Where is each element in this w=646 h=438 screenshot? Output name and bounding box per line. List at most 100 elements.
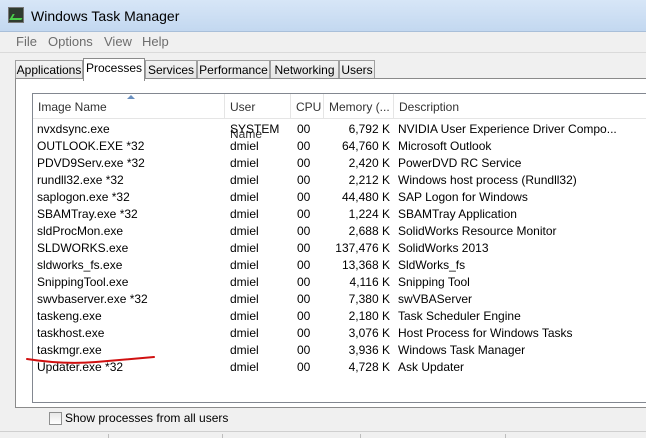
process-memory: 13,368 K	[341, 258, 390, 272]
process-name: nvxdsync.exe	[37, 122, 110, 136]
process-description: Snipping Tool	[398, 275, 470, 289]
process-memory: 6,792 K	[348, 122, 390, 136]
process-memory: 4,116 K	[349, 275, 390, 289]
process-row[interactable]: SnippingTool.exe dmiel 00 4,116 K Snipping T…	[33, 274, 646, 291]
process-user: dmiel	[230, 292, 259, 306]
client-area: Applications Processes Services Performa…	[0, 53, 646, 438]
menu-view[interactable]: View	[104, 34, 132, 49]
process-memory: 7,380 K	[348, 292, 390, 306]
process-row[interactable]: taskhost.exe dmiel 00 3,076 K Host Process f…	[33, 325, 646, 342]
process-description: Windows Task Manager	[398, 343, 526, 357]
process-description: Ask Updater	[398, 360, 465, 374]
tab-performance[interactable]: Performance	[197, 60, 270, 80]
process-name: taskhost.exe	[37, 326, 105, 340]
process-name: SBAMTray.exe *32	[37, 207, 138, 221]
sort-ascending-icon	[127, 95, 135, 99]
tab-processes[interactable]: Processes	[83, 58, 145, 81]
process-cpu: 00	[297, 173, 311, 187]
status-bar	[0, 431, 646, 438]
process-description: Windows host process (Rundll32)	[398, 173, 577, 187]
process-row[interactable]: swvbaserver.exe *32 dmiel 00 7,380 K swVBASe…	[33, 291, 646, 308]
process-user: dmiel	[230, 326, 259, 340]
process-description: swVBAServer	[398, 292, 473, 306]
process-cpu: 00	[297, 360, 311, 374]
process-user: dmiel	[230, 275, 259, 289]
process-memory: 137,476 K	[335, 241, 390, 255]
process-row[interactable]: rundll32.exe *32 dmiel 00 2,212 K Windows ho…	[33, 172, 646, 189]
process-memory: 44,480 K	[341, 190, 390, 204]
process-cpu: 00	[297, 207, 311, 221]
process-row[interactable]: SBAMTray.exe *32 dmiel 00 1,224 K SBAMTray A…	[33, 206, 646, 223]
process-name: OUTLOOK.EXE *32	[37, 139, 145, 153]
process-cpu: 00	[297, 275, 311, 289]
menu-bar: File Options View Help	[0, 32, 646, 53]
process-memory: 2,180 K	[348, 309, 390, 323]
process-user: dmiel	[230, 190, 259, 204]
column-header-image-name[interactable]: Image Name	[33, 94, 225, 119]
title-bar: Windows Task Manager	[0, 0, 646, 32]
process-cpu: 00	[297, 309, 311, 323]
process-user: SYSTEM	[230, 122, 280, 136]
process-row[interactable]: taskeng.exe dmiel 00 2,180 K Task Scheduler …	[33, 308, 646, 325]
process-user: dmiel	[230, 207, 259, 221]
process-memory: 64,760 K	[341, 139, 390, 153]
process-name: sldProcMon.exe	[37, 224, 124, 238]
process-cpu: 00	[297, 292, 311, 306]
process-name: PDVD9Serv.exe *32	[37, 156, 145, 170]
process-cpu: 00	[297, 224, 311, 238]
process-row[interactable]: PDVD9Serv.exe *32 dmiel 00 2,420 K PowerDVD …	[33, 155, 646, 172]
process-memory: 2,688 K	[348, 224, 390, 238]
process-user: dmiel	[230, 156, 259, 170]
process-user: dmiel	[230, 309, 259, 323]
process-description: SBAMTray Application	[398, 207, 517, 221]
menu-options[interactable]: Options	[48, 34, 93, 49]
process-description: SolidWorks Resource Monitor	[398, 224, 557, 238]
show-all-users-label[interactable]: Show processes from all users	[65, 411, 228, 425]
menu-help[interactable]: Help	[142, 34, 169, 49]
process-cpu: 00	[297, 190, 311, 204]
process-row[interactable]: OUTLOOK.EXE *32 dmiel 00 64,760 K Microsoft …	[33, 138, 646, 155]
task-manager-icon	[8, 7, 24, 23]
tab-networking[interactable]: Networking	[270, 60, 339, 80]
tab-services[interactable]: Services	[145, 60, 197, 80]
process-name: taskeng.exe	[37, 309, 102, 323]
list-header: Image Name User Name CPU Memory (... Des…	[33, 94, 646, 141]
process-description: NVIDIA User Experience Driver Compo...	[398, 122, 617, 136]
red-underline-annotation	[26, 356, 155, 364]
process-rows: nvxdsync.exe SYSTEM 00 6,792 K NVIDIA User E…	[33, 121, 646, 376]
process-user: dmiel	[230, 173, 259, 187]
process-description: SAP Logon for Windows	[398, 190, 528, 204]
process-memory: 2,212 K	[348, 173, 390, 187]
process-cpu: 00	[297, 343, 311, 357]
window-title: Windows Task Manager	[31, 8, 180, 24]
column-header-user-name[interactable]: User Name	[225, 94, 291, 141]
process-row[interactable]: sldProcMon.exe dmiel 00 2,688 K SolidWorks R…	[33, 223, 646, 240]
process-memory: 3,076 K	[348, 326, 390, 340]
process-user: dmiel	[230, 241, 259, 255]
process-row[interactable]: sldworks_fs.exe dmiel 00 13,368 K SldWorks_f…	[33, 257, 646, 274]
process-user: dmiel	[230, 258, 259, 272]
column-header-cpu[interactable]: CPU	[291, 94, 324, 119]
tab-users[interactable]: Users	[339, 60, 375, 80]
column-header-description[interactable]: Description	[394, 94, 646, 119]
process-row[interactable]: nvxdsync.exe SYSTEM 00 6,792 K NVIDIA User E…	[33, 121, 646, 138]
process-cpu: 00	[297, 326, 311, 340]
process-cpu: 00	[297, 122, 311, 136]
process-name: SLDWORKS.exe	[37, 241, 129, 255]
process-cpu: 00	[297, 258, 311, 272]
process-description: SldWorks_fs	[398, 258, 466, 272]
process-memory: 2,420 K	[348, 156, 390, 170]
process-row[interactable]: SLDWORKS.exe dmiel 00 137,476 K SolidWorks 2…	[33, 240, 646, 257]
process-user: dmiel	[230, 360, 259, 374]
process-user: dmiel	[230, 224, 259, 238]
column-header-memory[interactable]: Memory (...	[324, 94, 394, 119]
tab-applications[interactable]: Applications	[15, 60, 83, 80]
process-memory: 3,936 K	[348, 343, 390, 357]
process-row[interactable]: saplogon.exe *32 dmiel 00 44,480 K SAP Logon…	[33, 189, 646, 206]
column-header-image-name-label: Image Name	[38, 100, 107, 114]
process-description: Microsoft Outlook	[398, 139, 492, 153]
show-all-users-checkbox[interactable]	[49, 412, 62, 425]
process-description: Host Process for Windows Tasks	[398, 326, 573, 340]
process-cpu: 00	[297, 241, 311, 255]
menu-file[interactable]: File	[16, 34, 37, 49]
